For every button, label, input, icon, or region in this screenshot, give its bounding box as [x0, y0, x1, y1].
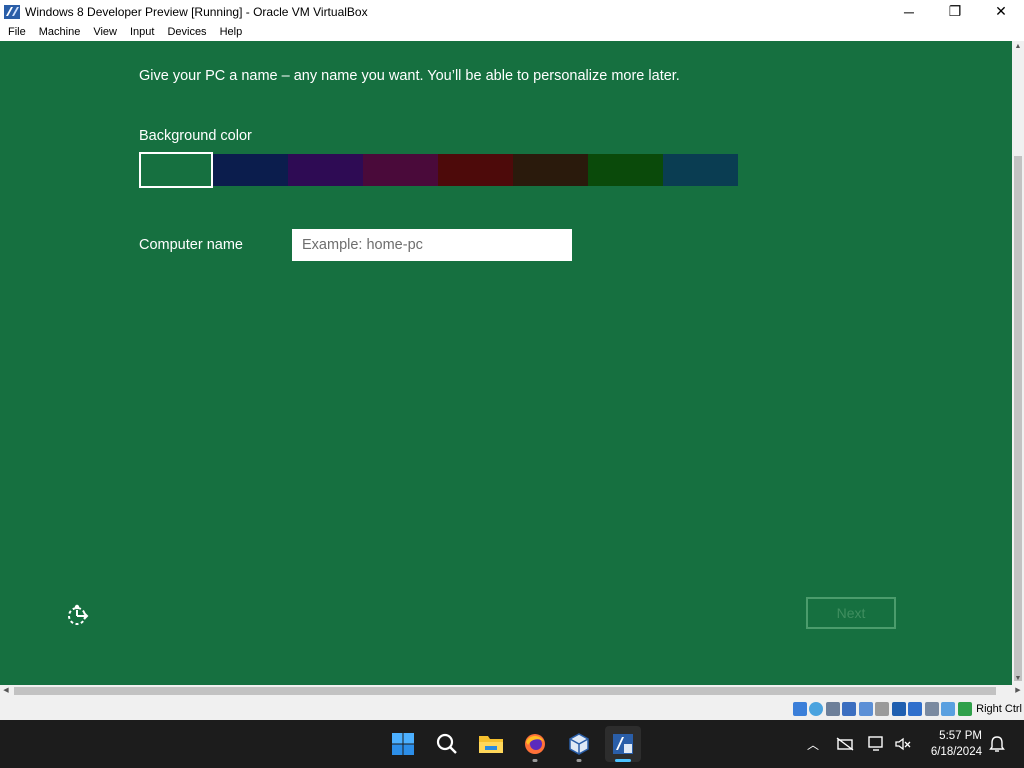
menu-view[interactable]: View — [88, 26, 122, 38]
vertical-scrollbar[interactable]: ▲ ▼ — [1012, 41, 1024, 685]
background-color-label: Background color — [139, 128, 252, 144]
color-swatch-6[interactable] — [588, 154, 663, 186]
shared-folder-icon[interactable] — [858, 701, 873, 716]
virtualbox-manager-icon[interactable] — [561, 726, 597, 762]
virtualbox-vm-icon[interactable] — [605, 726, 641, 762]
menu-devices[interactable]: Devices — [162, 26, 211, 38]
menu-bar: File Machine View Input Devices Help — [0, 23, 1024, 41]
vm-window-active-indicator — [615, 759, 631, 762]
keyboard-capture-icon[interactable] — [941, 701, 956, 716]
mouse-integration-icon[interactable] — [924, 701, 939, 716]
vertical-scroll-thumb[interactable] — [1014, 156, 1022, 681]
display-settings-icon[interactable] — [867, 734, 887, 754]
window-titlebar: Windows 8 Developer Preview [Running] - … — [0, 0, 1024, 23]
scroll-right-arrow-icon[interactable]: ▶ — [1012, 685, 1024, 697]
usb-icon[interactable] — [825, 701, 840, 716]
search-icon[interactable] — [429, 726, 465, 762]
scroll-left-arrow-icon[interactable]: ◀ — [0, 685, 12, 697]
show-hidden-icons-chevron-icon[interactable]: ︿ — [803, 734, 823, 754]
virtualbox-app-icon — [4, 4, 20, 19]
recording-icon[interactable] — [875, 701, 890, 716]
restore-button[interactable]: ❐ — [932, 0, 978, 23]
firefox-running-indicator — [532, 759, 538, 762]
color-swatch-4[interactable] — [438, 154, 513, 186]
windows-taskbar: ︿ 5:57 PM 6/18/2024 — [0, 720, 1024, 768]
color-swatch-1[interactable] — [213, 154, 288, 186]
volume-muted-icon[interactable] — [893, 734, 913, 754]
vm-display[interactable]: Give your PC a name – any name you want.… — [0, 41, 1012, 685]
scroll-up-arrow-icon[interactable]: ▲ — [1012, 41, 1024, 53]
firefox-icon[interactable] — [517, 726, 553, 762]
taskbar-clock[interactable]: 5:57 PM 6/18/2024 — [918, 728, 982, 760]
color-swatch-7[interactable] — [663, 154, 738, 186]
host-key-arrow-icon — [957, 701, 972, 716]
network-disconnected-icon[interactable] — [835, 734, 855, 754]
clock-time: 5:57 PM — [939, 730, 982, 742]
next-button[interactable]: Next — [806, 597, 896, 629]
windows-start-icon[interactable] — [385, 726, 421, 762]
file-explorer-icon[interactable] — [473, 726, 509, 762]
scroll-down-arrow-icon[interactable]: ▼ — [1012, 673, 1024, 685]
computer-name-label: Computer name — [139, 237, 243, 253]
color-swatch-5[interactable] — [513, 154, 588, 186]
network-icon[interactable] — [842, 701, 857, 716]
window-title: Windows 8 Developer Preview [Running] - … — [25, 4, 368, 19]
notification-bell-icon[interactable] — [987, 734, 1007, 754]
clock-date: 6/18/2024 — [930, 746, 982, 758]
computer-name-input[interactable] — [292, 229, 572, 261]
minimize-button[interactable]: ─ — [886, 0, 932, 23]
color-swatch-row — [139, 152, 738, 188]
menu-file[interactable]: File — [3, 26, 31, 38]
horizontal-scrollbar[interactable]: ◀ ▶ — [0, 685, 1024, 697]
menu-help[interactable]: Help — [215, 26, 248, 38]
color-swatch-0[interactable] — [139, 152, 213, 188]
cpu-icon[interactable] — [908, 701, 923, 716]
virtualbox-running-indicator — [576, 759, 582, 762]
setup-prompt: Give your PC a name – any name you want.… — [139, 68, 680, 84]
vm-status-bar: Right Ctrl — [0, 697, 1024, 720]
optical-drive-icon[interactable] — [792, 701, 807, 716]
menu-input[interactable]: Input — [125, 26, 159, 38]
display-icon[interactable] — [891, 701, 906, 716]
close-button[interactable]: ✕ — [978, 0, 1024, 23]
horizontal-scroll-thumb[interactable] — [14, 687, 996, 695]
window-controls: ─ ❐ ✕ — [886, 0, 1024, 23]
color-swatch-2[interactable] — [288, 154, 363, 186]
color-swatch-3[interactable] — [363, 154, 438, 186]
ease-of-access-icon[interactable] — [64, 601, 92, 629]
host-key-label: Right Ctrl — [976, 702, 1022, 715]
menu-machine[interactable]: Machine — [34, 26, 86, 38]
audio-icon[interactable] — [809, 701, 824, 716]
